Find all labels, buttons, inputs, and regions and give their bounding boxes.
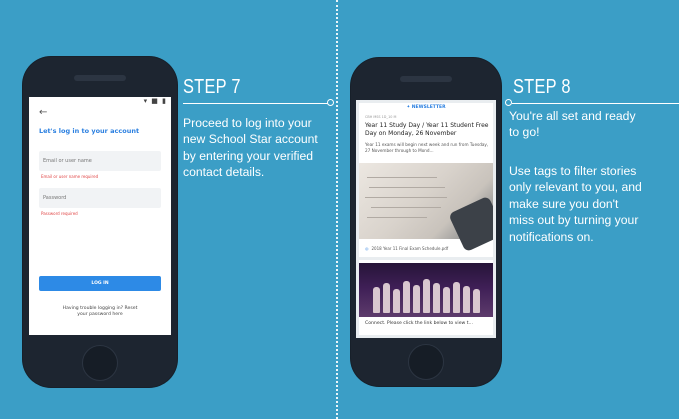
newsletter-screen: ✦ NEWSLETTER CBH MSS 1D_10 M Year 11 Stu… xyxy=(356,100,496,338)
paper-line xyxy=(365,197,447,198)
trouble-line-2: your password here xyxy=(77,312,123,317)
newsletter-card[interactable]: ✦ NEWSLETTER CBH MSS 1D_10 M Year 11 Stu… xyxy=(359,103,493,257)
calculator xyxy=(448,195,493,253)
step-8-line-7: notifications on. xyxy=(509,229,594,244)
paper-line xyxy=(369,187,445,188)
attachment-link[interactable]: ◎ 2018 Year 11 Final Exam Schedule.pdf xyxy=(365,246,448,251)
step-8-label: STEP 8 xyxy=(513,76,571,98)
password-field[interactable]: Password xyxy=(39,188,161,208)
login-screen: ▾ ■ ▮ ← Let's log in to your account Ema… xyxy=(29,97,171,335)
step-8-text-a: You're all set and ready to go! xyxy=(509,108,675,141)
home-button xyxy=(408,344,444,380)
phone-login-mockup: ▾ ■ ▮ ← Let's log in to your account Ema… xyxy=(23,57,177,387)
step-8-line xyxy=(512,103,679,104)
email-error: Email or user name required xyxy=(41,174,99,179)
paper-line xyxy=(367,217,427,218)
exam-paper-photo xyxy=(359,163,493,253)
step-7-line xyxy=(183,103,331,104)
back-arrow-icon[interactable]: ← xyxy=(39,107,47,118)
step-8-text-b: Use tags to filter stories only relevant… xyxy=(509,163,675,245)
paper-line xyxy=(367,177,437,178)
dotted-divider xyxy=(336,0,338,419)
step-8-line-6: miss out by turning your xyxy=(509,213,639,228)
email-field[interactable]: Email or user name xyxy=(39,151,161,171)
step-7-label: STEP 7 xyxy=(183,76,241,98)
stage-performance-photo xyxy=(359,263,493,317)
story-excerpt: Connect. Please click the link below to … xyxy=(365,321,473,326)
phone-earpiece xyxy=(400,76,452,82)
step-7-line-3: by entering your verified xyxy=(183,148,314,163)
step-7-line-4: contact details. xyxy=(183,165,265,180)
status-bar-icons: ▾ ■ ▮ xyxy=(143,97,167,105)
newsletter-header: ✦ NEWSLETTER xyxy=(406,105,446,110)
step-8-line-1: You're all set and ready xyxy=(509,109,636,123)
story-card[interactable]: Connect. Please click the link below to … xyxy=(359,260,493,335)
step-8-line-5: make sure you don't xyxy=(509,196,619,211)
reset-password-link[interactable]: Having trouble logging in? Reset your pa… xyxy=(43,306,157,318)
password-error: Password required xyxy=(41,211,78,216)
step-8-dot xyxy=(505,99,512,106)
tutorial-canvas: ▾ ■ ▮ ← Let's log in to your account Ema… xyxy=(0,0,679,419)
step-7-dot xyxy=(327,99,334,106)
newsletter-meta: CBH MSS 1D_10 M xyxy=(365,115,397,119)
step-8-line-3: Use tags to filter stories xyxy=(509,164,637,178)
step-8-line-4: only relevant to you, and xyxy=(509,180,642,195)
login-button[interactable]: LOG IN xyxy=(39,276,161,291)
newsletter-excerpt: Year 11 exams will begin next week and r… xyxy=(365,142,489,153)
home-button xyxy=(82,345,118,381)
paper-line xyxy=(371,207,441,208)
paperclip-icon: ◎ xyxy=(365,246,369,251)
phone-newsletter-mockup: ✦ NEWSLETTER CBH MSS 1D_10 M Year 11 Stu… xyxy=(351,58,501,386)
step-8-line-2: to go! xyxy=(509,125,540,140)
phone-earpiece xyxy=(74,75,126,81)
step-7-line-2: new School Star account xyxy=(183,132,318,147)
login-title: Let's log in to your account xyxy=(39,127,140,135)
step-7-text: Proceed to log into your new School Star… xyxy=(183,115,333,181)
newsletter-title: Year 11 Study Day / Year 11 Student Free… xyxy=(365,122,489,137)
step-7-line-1: Proceed to log into your xyxy=(183,116,312,130)
